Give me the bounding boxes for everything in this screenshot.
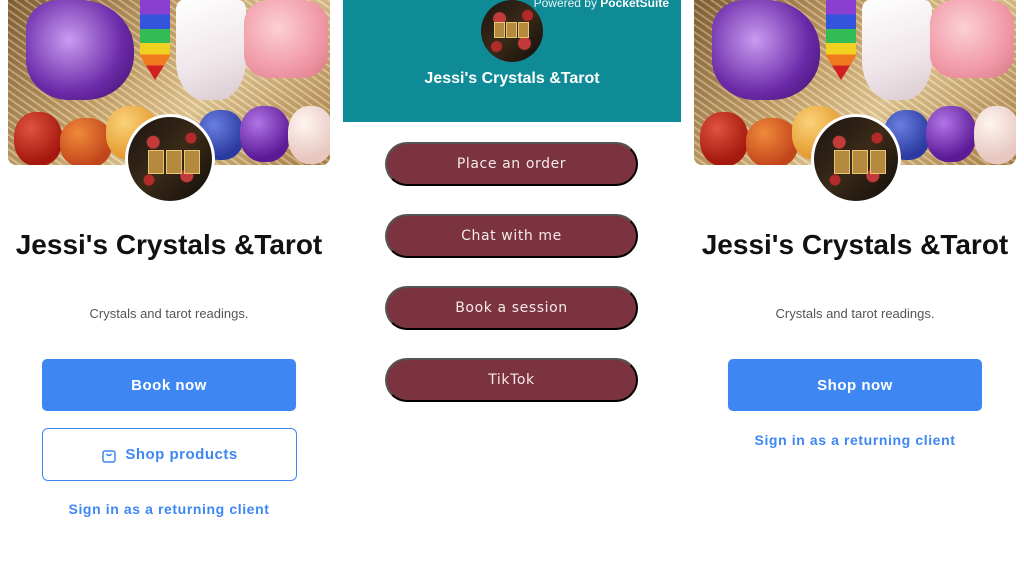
rose-quartz-crystal <box>244 0 328 78</box>
book-session-button[interactable]: Book a session <box>385 286 638 330</box>
tarot-card <box>870 150 886 174</box>
red-jasper-stone <box>700 112 748 165</box>
tarot-card <box>494 22 505 38</box>
amethyst-stone <box>240 106 290 162</box>
avatar <box>125 114 215 204</box>
tarot-card <box>148 150 164 174</box>
clear-quartz-crystal <box>862 0 932 100</box>
red-jasper-stone <box>14 112 62 165</box>
chat-with-me-button[interactable]: Chat with me <box>385 214 638 258</box>
signin-link[interactable]: Sign in as a returning client <box>0 501 338 517</box>
avatar <box>811 114 901 204</box>
tarot-card <box>506 22 517 38</box>
tiktok-button[interactable]: TikTok <box>385 358 638 402</box>
shop-products-button[interactable]: Shop products <box>42 428 297 481</box>
carnelian-stone <box>60 118 112 165</box>
powered-by-prefix: Powered by <box>533 0 601 10</box>
shopping-bag-icon <box>102 449 117 463</box>
tarot-card <box>852 150 868 174</box>
clear-quartz-crystal <box>176 0 246 100</box>
signin-link[interactable]: Sign in as a returning client <box>686 432 1024 448</box>
amethyst-crystal <box>712 0 820 100</box>
tarot-card <box>166 150 182 174</box>
moonstone-stone <box>974 106 1016 164</box>
amethyst-stone <box>926 106 976 162</box>
powered-by-brand: PocketSuite <box>600 0 669 10</box>
profile-header: Powered by PocketSuite Jessi's Crystals … <box>343 0 681 122</box>
tarot-card <box>518 22 529 38</box>
book-now-button[interactable]: Book now <box>42 359 296 411</box>
rose-quartz-crystal <box>930 0 1014 78</box>
tagline: Crystals and tarot readings. <box>89 306 249 321</box>
tarot-card <box>184 150 200 174</box>
business-name: Jessi's Crystals &Tarot <box>15 229 323 260</box>
shop-now-button[interactable]: Shop now <box>728 359 982 411</box>
powered-by: Powered by PocketSuite <box>534 0 669 10</box>
carnelian-stone <box>746 118 798 165</box>
business-name: Jessi's Crystals &Tarot <box>424 70 600 87</box>
shop-products-label: Shop products <box>125 446 238 463</box>
place-order-button[interactable]: Place an order <box>385 142 638 186</box>
tarot-card <box>834 150 850 174</box>
tagline: Crystals and tarot readings. <box>775 306 935 321</box>
amethyst-crystal <box>26 0 134 100</box>
business-name: Jessi's Crystals &Tarot <box>701 229 1009 260</box>
avatar <box>481 0 543 62</box>
moonstone-stone <box>288 106 330 164</box>
